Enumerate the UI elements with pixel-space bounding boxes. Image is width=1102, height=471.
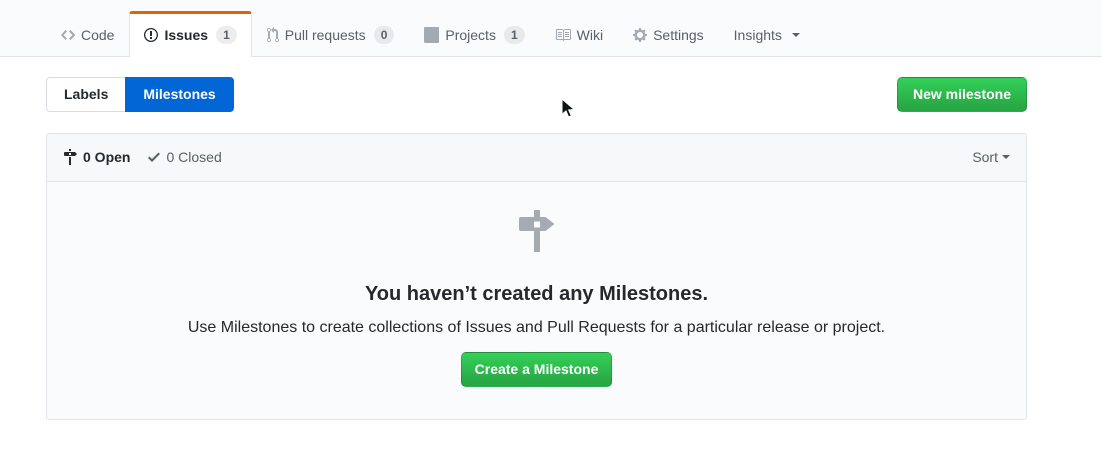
- repo-tab-bar: Code Issues 1 Pull requests 0 Projects 1: [0, 0, 1102, 57]
- labels-milestones-switch: Labels Milestones: [46, 77, 234, 112]
- create-milestone-button[interactable]: Create a Milestone: [461, 352, 613, 387]
- tab-wiki[interactable]: Wiki: [540, 13, 618, 56]
- tab-pull-requests[interactable]: Pull requests 0: [252, 13, 410, 56]
- tab-insights[interactable]: Insights: [719, 13, 815, 56]
- milestones-list-box: 0 Open 0 Closed Sort You haven’t created…: [46, 133, 1027, 420]
- tab-label: Projects: [445, 27, 496, 43]
- open-count-label: 0 Open: [83, 149, 130, 165]
- tab-label: Code: [81, 27, 114, 43]
- tab-label: Insights: [734, 27, 782, 43]
- tab-settings[interactable]: Settings: [618, 13, 719, 56]
- repo-nav: Code Issues 1 Pull requests 0 Projects 1: [46, 13, 1102, 56]
- closed-milestones-filter[interactable]: 0 Closed: [148, 149, 221, 165]
- check-icon: [148, 149, 160, 165]
- tab-label: Pull requests: [285, 27, 366, 43]
- labels-button[interactable]: Labels: [46, 77, 126, 112]
- tab-issues[interactable]: Issues 1: [129, 11, 251, 57]
- issues-counter: 1: [216, 26, 237, 44]
- milestone-icon: [63, 149, 77, 165]
- milestones-button[interactable]: Milestones: [125, 77, 233, 112]
- empty-state-description: Use Milestones to create collections of …: [87, 319, 986, 337]
- caret-down-icon: [1002, 155, 1010, 163]
- tab-projects[interactable]: Projects 1: [409, 13, 539, 56]
- caret-down-icon: [792, 33, 800, 41]
- book-icon: [555, 27, 571, 43]
- open-milestones-filter[interactable]: 0 Open: [63, 149, 130, 165]
- tab-label: Wiki: [577, 27, 603, 43]
- milestones-page: Labels Milestones New milestone 0 Open 0…: [46, 77, 1027, 420]
- pull-requests-counter: 0: [374, 26, 395, 44]
- closed-count-label: 0 Closed: [166, 149, 221, 165]
- milestones-empty-state: You haven’t created any Milestones. Use …: [47, 182, 1026, 419]
- empty-state-title: You haven’t created any Milestones.: [87, 283, 986, 306]
- projects-counter: 1: [504, 26, 525, 44]
- code-icon: [61, 27, 75, 43]
- issue-opened-icon: [144, 27, 158, 43]
- pull-request-icon: [267, 27, 279, 43]
- tab-label: Issues: [164, 27, 208, 43]
- milestones-list-header: 0 Open 0 Closed Sort: [47, 134, 1026, 182]
- sort-label: Sort: [972, 149, 998, 165]
- project-icon: [424, 27, 439, 43]
- new-milestone-button[interactable]: New milestone: [897, 77, 1027, 112]
- milestones-toolbar: Labels Milestones New milestone: [46, 77, 1027, 112]
- tab-code[interactable]: Code: [46, 13, 129, 56]
- sort-dropdown[interactable]: Sort: [972, 149, 1010, 165]
- gear-icon: [633, 27, 647, 43]
- signpost-milestone-icon: [87, 210, 986, 257]
- tab-label: Settings: [653, 27, 704, 43]
